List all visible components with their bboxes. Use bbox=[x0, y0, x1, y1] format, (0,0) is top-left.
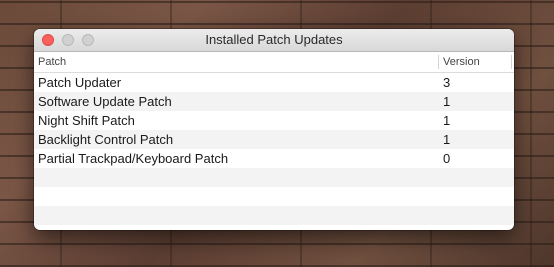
wall-texture bbox=[530, 0, 532, 267]
column-divider[interactable] bbox=[438, 55, 439, 69]
patch-name: Night Shift Patch bbox=[38, 113, 135, 128]
column-header-version[interactable]: Version bbox=[443, 52, 480, 72]
window-title: Installed Patch Updates bbox=[205, 32, 343, 47]
patch-name: Patch Updater bbox=[38, 75, 122, 90]
table-row[interactable]: Software Update Patch 1 bbox=[34, 92, 514, 111]
table-header: Patch Version bbox=[34, 52, 514, 73]
patch-version: 3 bbox=[443, 75, 451, 90]
table-row[interactable]: Patch Updater 3 bbox=[34, 73, 514, 92]
table-row[interactable]: Partial Trackpad/Keyboard Patch 0 bbox=[34, 149, 514, 168]
column-divider[interactable] bbox=[511, 55, 512, 69]
empty-table-row bbox=[34, 206, 514, 225]
column-header-patch[interactable]: Patch bbox=[38, 52, 66, 72]
patch-version: 1 bbox=[443, 132, 451, 147]
empty-table-row bbox=[34, 187, 514, 206]
table-row[interactable]: Night Shift Patch 1 bbox=[34, 111, 514, 130]
patch-version: 1 bbox=[443, 113, 451, 128]
patch-name: Backlight Control Patch bbox=[38, 132, 174, 147]
empty-table-row bbox=[34, 168, 514, 187]
patch-list: Patch Updater 3 Software Update Patch 1 … bbox=[34, 73, 514, 225]
title-bar[interactable]: Installed Patch Updates bbox=[34, 29, 514, 52]
patch-name: Partial Trackpad/Keyboard Patch bbox=[38, 151, 229, 166]
patch-name: Software Update Patch bbox=[38, 94, 172, 109]
patch-version: 1 bbox=[443, 94, 451, 109]
patch-updates-window: Installed Patch Updates Patch Version Pa… bbox=[34, 29, 514, 230]
table-row[interactable]: Backlight Control Patch 1 bbox=[34, 130, 514, 149]
patch-version: 0 bbox=[443, 151, 451, 166]
